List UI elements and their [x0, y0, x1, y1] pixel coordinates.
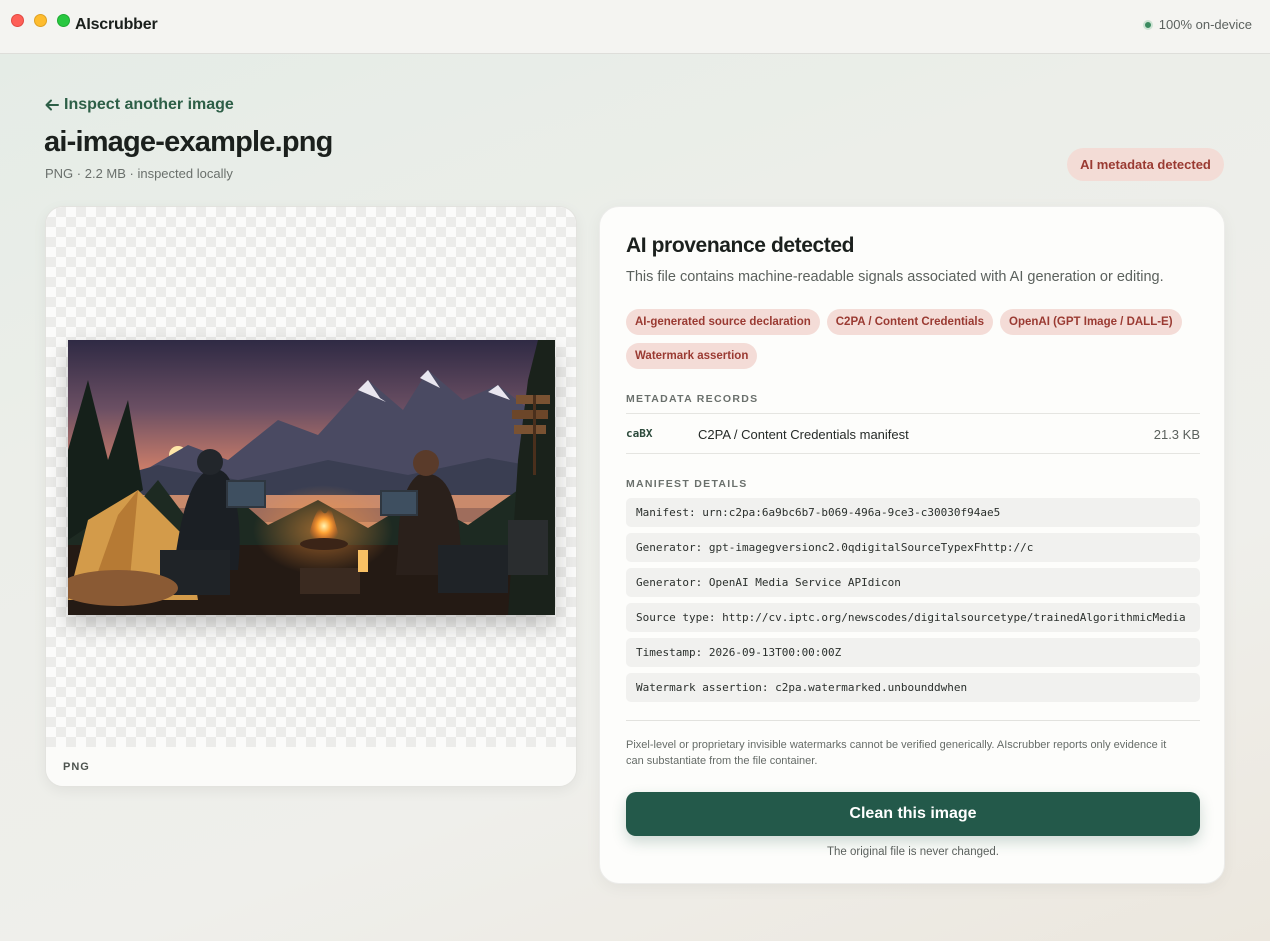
manifest-details-label: MANIFEST DETAILS	[626, 478, 748, 490]
divider	[626, 720, 1200, 721]
provenance-subtitle: This file contains machine-readable sign…	[626, 269, 1164, 285]
clean-image-button[interactable]: Clean this image	[626, 792, 1200, 836]
manifest-detail-row: Manifest: urn:c2pa:6a9bc6b7-b069-496a-9c…	[626, 498, 1200, 527]
manifest-detail-row: Source type: http://cv.iptc.org/newscode…	[626, 603, 1200, 632]
record-chunk-tag: caBX	[626, 427, 653, 440]
title-bar: AIscrubber 100% on-device	[0, 0, 1270, 54]
preview-format-label: PNG	[63, 761, 90, 773]
close-window-button[interactable]	[11, 14, 24, 27]
signal-chip: AI-generated source declaration	[626, 309, 820, 335]
record-name: C2PA / Content Credentials manifest	[698, 427, 909, 442]
provenance-title: AI provenance detected	[626, 234, 855, 257]
inspect-another-image-link[interactable]: Inspect another image	[45, 96, 234, 114]
metadata-records-label: METADATA RECORDS	[626, 393, 759, 405]
manifest-detail-row: Generator: gpt-imagegversionc2.0qdigital…	[626, 533, 1200, 562]
file-meta: PNG · 2.2 MB · inspected locally	[45, 166, 233, 181]
manifest-detail-row: Generator: OpenAI Media Service APIdicon	[626, 568, 1200, 597]
file-name-title: ai-image-example.png	[44, 126, 333, 158]
signal-chips: AI-generated source declaration C2PA / C…	[626, 309, 1206, 369]
image-preview	[68, 340, 555, 615]
back-link-label: Inspect another image	[64, 96, 234, 113]
on-device-status: 100% on-device	[1142, 17, 1252, 32]
metadata-record-row: caBX C2PA / Content Credentials manifest…	[626, 413, 1200, 454]
image-preview-card: PNG	[45, 206, 577, 787]
ai-metadata-badge: AI metadata detected	[1067, 148, 1224, 181]
manifest-detail-row: Timestamp: 2026-09-13T00:00:00Z	[626, 638, 1200, 667]
record-size: 21.3 KB	[1153, 427, 1200, 442]
signal-chip: OpenAI (GPT Image / DALL-E)	[1000, 309, 1182, 335]
minimize-window-button[interactable]	[34, 14, 47, 27]
arrow-left-icon	[45, 99, 59, 111]
preview-footer: PNG	[46, 747, 576, 786]
manifest-details-list: Manifest: urn:c2pa:6a9bc6b7-b069-496a-9c…	[626, 498, 1200, 708]
zoom-window-button[interactable]	[57, 14, 70, 27]
on-device-status-label: 100% on-device	[1158, 17, 1252, 32]
signal-chip: Watermark assertion	[626, 343, 758, 369]
signal-chip: C2PA / Content Credentials	[826, 309, 993, 335]
watermark-disclaimer: Pixel-level or proprietary invisible wat…	[626, 739, 1167, 767]
manifest-detail-row: Watermark assertion: c2pa.watermarked.un…	[626, 673, 1200, 702]
app-title: AIscrubber	[75, 16, 158, 33]
original-unchanged-note: The original file is never changed.	[827, 846, 999, 858]
provenance-panel: AI provenance detected This file contain…	[599, 206, 1225, 884]
status-dot-icon	[1142, 19, 1153, 30]
